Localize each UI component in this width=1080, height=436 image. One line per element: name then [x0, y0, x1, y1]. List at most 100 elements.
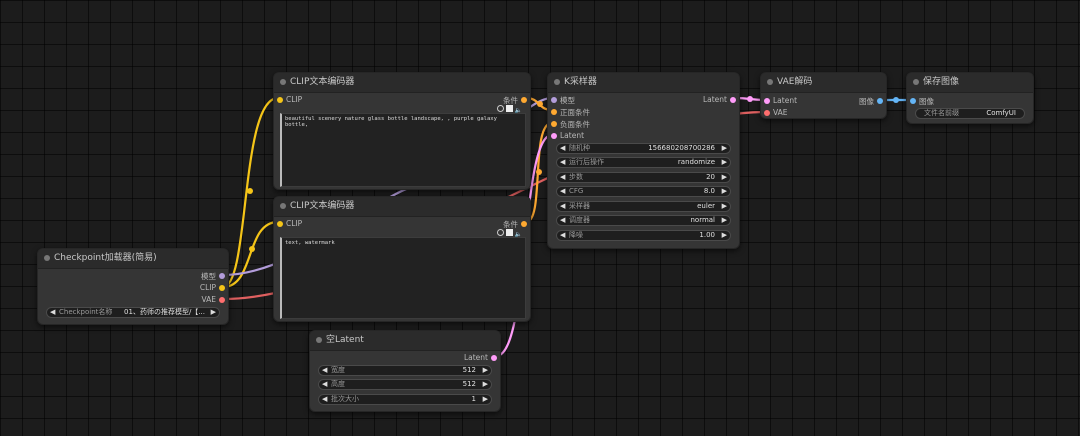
widget-name: 随机种	[569, 144, 590, 152]
steps-widget[interactable]: ◀ 步数 20 ▶	[556, 172, 731, 183]
batch-size-widget[interactable]: ◀ 批次大小 1 ▶	[318, 394, 492, 405]
circle-toggle-icon[interactable]	[496, 105, 504, 112]
positive-input-socket[interactable]	[551, 109, 557, 115]
increment-arrow-icon[interactable]: ▶	[722, 202, 727, 211]
cfg-widget[interactable]: ◀ CFG 8.0 ▶	[556, 186, 731, 197]
node-title[interactable]: Checkpoint加载器(简易)	[38, 249, 228, 269]
clip-input-socket[interactable]	[277, 221, 283, 227]
widget-value: euler	[697, 202, 715, 210]
latent-output-socket[interactable]	[491, 355, 497, 361]
node-title[interactable]: CLIP文本编码器	[274, 197, 530, 217]
checkpoint-name-widget[interactable]: ◀ Checkpoint名称 01、药师の推荐模型/【... ▶	[46, 307, 220, 318]
cond-output-socket[interactable]	[521, 97, 527, 103]
circle-toggle-icon[interactable]	[496, 229, 504, 236]
latent-output-label: Latent	[463, 353, 488, 362]
width-widget[interactable]: ◀ 宽度 512 ▶	[318, 365, 492, 376]
vae-output-socket[interactable]	[219, 297, 225, 303]
image-output-label: 图像	[859, 97, 874, 106]
decrement-arrow-icon[interactable]: ◀	[322, 395, 327, 404]
circle-dot-icon[interactable]	[280, 203, 286, 209]
clip-input-socket[interactable]	[277, 97, 283, 103]
checkbox-icon[interactable]	[505, 105, 513, 112]
increment-arrow-icon[interactable]: ▶	[722, 144, 727, 153]
clip-text-encode-positive-node[interactable]: CLIP文本编码器 CLIP 条件 🔈 beautiful scenery na…	[273, 72, 531, 190]
checkbox-icon[interactable]	[505, 229, 513, 236]
negative-input-socket[interactable]	[551, 121, 557, 127]
prompt-textarea[interactable]: beautiful scenery nature glass bottle la…	[280, 113, 526, 187]
node-title[interactable]: VAE解码	[761, 73, 886, 93]
scheduler-widget[interactable]: ◀ 调度器 normal ▶	[556, 215, 731, 226]
decrement-arrow-icon[interactable]: ◀	[322, 380, 327, 389]
increment-arrow-icon[interactable]: ▶	[211, 308, 216, 317]
node-title[interactable]: 保存图像	[907, 73, 1033, 93]
save-image-node[interactable]: 保存图像 图像 文件名前缀 ComfyUI	[906, 72, 1034, 124]
widget-value: 01、药师の推荐模型/【...	[124, 308, 205, 316]
decrement-arrow-icon[interactable]: ◀	[50, 308, 55, 317]
node-title[interactable]: 空Latent	[310, 331, 500, 351]
increment-arrow-icon[interactable]: ▶	[722, 187, 727, 196]
denoise-widget[interactable]: ◀ 降噪 1.00 ▶	[556, 230, 731, 241]
sampler-widget[interactable]: ◀ 采样器 euler ▶	[556, 201, 731, 212]
vae-output-label: VAE	[201, 295, 216, 304]
circle-dot-icon[interactable]	[554, 79, 560, 85]
decrement-arrow-icon[interactable]: ◀	[322, 366, 327, 375]
wire-clip-negative	[222, 220, 279, 289]
node-title[interactable]: CLIP文本编码器	[274, 73, 530, 93]
widget-value: ComfyUI	[986, 109, 1016, 117]
increment-arrow-icon[interactable]: ▶	[483, 395, 488, 404]
circle-dot-icon[interactable]	[44, 255, 50, 261]
empty-latent-node[interactable]: 空Latent Latent ◀ 宽度 512 ▶ ◀ 高度 512 ▶ ◀ 批…	[309, 330, 501, 412]
decrement-arrow-icon[interactable]: ◀	[560, 216, 565, 225]
cond-output-socket[interactable]	[521, 221, 527, 227]
increment-arrow-icon[interactable]: ▶	[722, 216, 727, 225]
clip-input-label: CLIP	[286, 219, 303, 228]
model-input-socket[interactable]	[551, 97, 557, 103]
widget-name: 文件名前缀	[924, 109, 959, 117]
increment-arrow-icon[interactable]: ▶	[483, 366, 488, 375]
circle-dot-icon[interactable]	[913, 79, 919, 85]
checkpoint-loader-node[interactable]: Checkpoint加载器(简易) 模型 CLIP VAE ◀ Checkpoi…	[37, 248, 229, 325]
decrement-arrow-icon[interactable]: ◀	[560, 158, 565, 167]
node-title[interactable]: K采样器	[548, 73, 739, 93]
decrement-arrow-icon[interactable]: ◀	[560, 144, 565, 153]
model-output-socket[interactable]	[219, 273, 225, 279]
decrement-arrow-icon[interactable]: ◀	[560, 173, 565, 182]
node-title-text: 空Latent	[326, 335, 364, 345]
latent-input-label: Latent	[560, 131, 585, 140]
widget-value: 156680208700286	[648, 144, 715, 152]
clip-input-label: CLIP	[286, 95, 303, 104]
control-after-generate-widget[interactable]: ◀ 运行后操作 randomize ▶	[556, 157, 731, 168]
decrement-arrow-icon[interactable]: ◀	[560, 231, 565, 240]
circle-dot-icon[interactable]	[316, 337, 322, 343]
clip-output-socket[interactable]	[219, 285, 225, 291]
increment-arrow-icon[interactable]: ▶	[722, 231, 727, 240]
positive-input-label: 正面条件	[560, 108, 590, 117]
decrement-arrow-icon[interactable]: ◀	[560, 187, 565, 196]
image-input-socket[interactable]	[910, 98, 916, 104]
vae-input-socket[interactable]	[764, 110, 770, 116]
latent-input-socket[interactable]	[551, 133, 557, 139]
latent-output-socket[interactable]	[730, 97, 736, 103]
node-title-text: K采样器	[564, 77, 597, 87]
model-output-label: 模型	[201, 272, 216, 281]
widget-value: 1.00	[699, 231, 715, 239]
widget-name: 采样器	[569, 202, 590, 210]
widget-value: 1	[471, 395, 476, 403]
prompt-textarea[interactable]: text, watermark	[280, 237, 526, 319]
clip-text-encode-negative-node[interactable]: CLIP文本编码器 CLIP 条件 🔈 text, watermark	[273, 196, 531, 322]
height-widget[interactable]: ◀ 高度 512 ▶	[318, 379, 492, 390]
node-title-text: CLIP文本编码器	[290, 77, 355, 87]
seed-widget[interactable]: ◀ 随机种 156680208700286 ▶	[556, 143, 731, 154]
increment-arrow-icon[interactable]: ▶	[722, 158, 727, 167]
filename-prefix-widget[interactable]: 文件名前缀 ComfyUI	[915, 108, 1025, 119]
circle-dot-icon[interactable]	[767, 79, 773, 85]
circle-dot-icon[interactable]	[280, 79, 286, 85]
image-output-socket[interactable]	[877, 98, 883, 104]
ksampler-node[interactable]: K采样器 模型 正面条件 负面条件 Latent Latent ◀ 随机种 15…	[547, 72, 740, 249]
decrement-arrow-icon[interactable]: ◀	[560, 202, 565, 211]
latent-input-socket[interactable]	[764, 98, 770, 104]
widget-name: 高度	[331, 380, 345, 388]
increment-arrow-icon[interactable]: ▶	[483, 380, 488, 389]
increment-arrow-icon[interactable]: ▶	[722, 173, 727, 182]
vae-decode-node[interactable]: VAE解码 Latent VAE 图像	[760, 72, 887, 119]
